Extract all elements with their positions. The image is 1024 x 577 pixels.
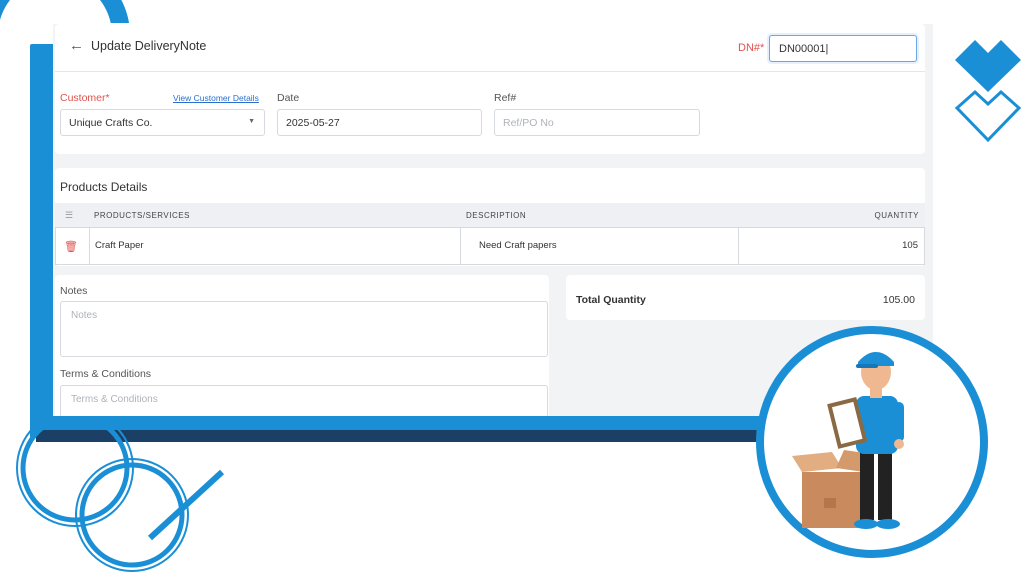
date-input[interactable]: 2025-05-27	[277, 109, 482, 136]
view-customer-details-link[interactable]: View Customer Details	[173, 93, 259, 103]
terms-textarea[interactable]: Terms & Conditions	[60, 385, 548, 416]
column-description: DESCRIPTION	[466, 211, 527, 220]
ref-input[interactable]: Ref/PO No	[494, 109, 700, 136]
column-products: PRODUCTS/SERVICES	[94, 211, 190, 220]
back-arrow-icon[interactable]: ←	[69, 37, 84, 54]
total-quantity-value: 105.00	[882, 294, 915, 306]
description-cell[interactable]: Need Craft papers	[460, 227, 739, 265]
date-label: Date	[277, 92, 300, 104]
drag-grip-icon: ☰	[65, 210, 74, 220]
decorative-chevrons	[955, 40, 1021, 143]
customer-label: Customer*	[60, 92, 110, 104]
product-cell[interactable]: Craft Paper	[89, 227, 461, 265]
notes-label: Notes	[60, 285, 88, 297]
notes-textarea[interactable]: Notes	[60, 301, 548, 357]
ref-label: Ref#	[494, 92, 517, 104]
total-quantity-card: Total Quantity 105.00	[566, 275, 925, 320]
page-title: Update DeliveryNote	[91, 39, 207, 53]
column-quantity: QUANTITY	[874, 211, 919, 220]
decorative-rings	[16, 420, 225, 572]
dn-label: DN#*	[738, 42, 765, 54]
dn-number-input[interactable]: DN00001|	[769, 35, 917, 62]
customer-select[interactable]: Unique Crafts Co. ▼	[60, 109, 265, 136]
quantity-cell[interactable]: 105	[738, 227, 925, 265]
products-section-title: Products Details	[60, 180, 148, 194]
terms-label: Terms & Conditions	[60, 368, 152, 380]
products-card: Products Details ☰ PRODUCTS/SERVICES DES…	[55, 168, 925, 266]
notes-card: Notes Notes Terms & Conditions Terms & C…	[55, 275, 549, 416]
chevron-down-icon: ▼	[248, 118, 255, 125]
header-divider	[55, 71, 925, 72]
header-card: ← Update DeliveryNote DN#* DN00001| Cust…	[55, 24, 925, 154]
row-action-cell: 🗑	[55, 227, 90, 265]
table-row: 🗑 Craft Paper Need Craft papers 105	[55, 227, 925, 265]
products-table-header: ☰ PRODUCTS/SERVICES DESCRIPTION QUANTITY	[55, 203, 925, 227]
delivery-person-illustration	[756, 326, 988, 558]
trash-icon[interactable]: 🗑	[64, 240, 78, 253]
total-quantity-label: Total Quantity	[576, 294, 646, 306]
